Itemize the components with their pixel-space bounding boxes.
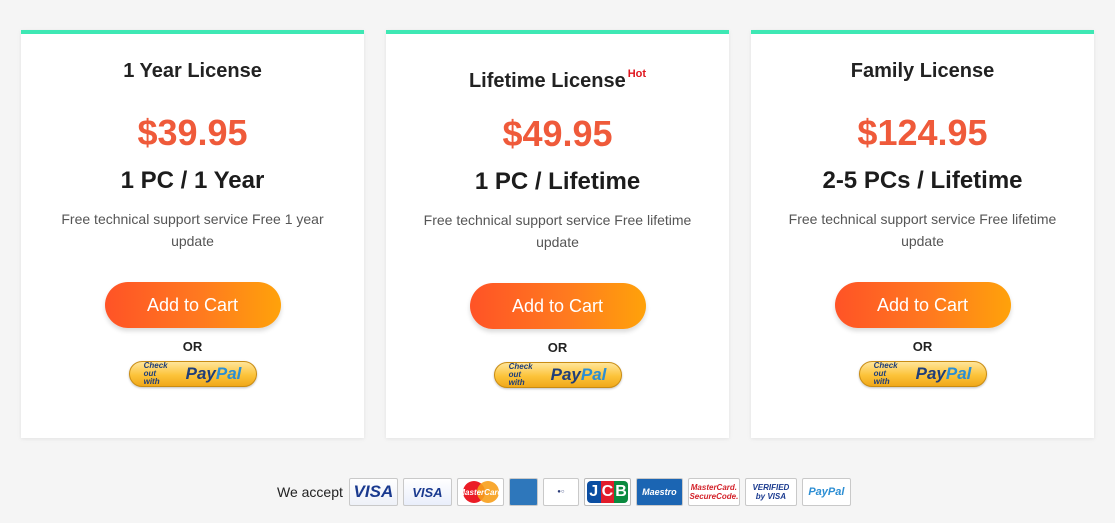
paypal-checkout-button[interactable]: Check out with PayPal bbox=[128, 361, 257, 387]
paypal-logo-icon: PayPal bbox=[916, 365, 972, 383]
paypal-small-line-2: with bbox=[873, 377, 890, 386]
plan-description: Free technical support service Free 1 ye… bbox=[61, 211, 324, 249]
paypal-small-line-1: Check out bbox=[873, 361, 898, 378]
paypal-logo-pay: Pay bbox=[915, 364, 946, 383]
paypal-checkout-button[interactable]: Check out with PayPal bbox=[858, 361, 987, 387]
paypal-logo-pal: Pal bbox=[215, 364, 242, 383]
paypal-small-line-2: with bbox=[143, 377, 160, 386]
plan-subtitle: 1 PC / Lifetime bbox=[474, 168, 641, 195]
paypal-logo-icon: PayPal bbox=[551, 366, 607, 384]
paypal-checkout-text: Check out with bbox=[874, 362, 912, 386]
paypal-checkout-text: Check out with bbox=[509, 363, 547, 387]
we-accept-label: We accept bbox=[277, 484, 343, 500]
paypal-text: PayPal bbox=[808, 486, 845, 498]
american-express-logo-icon bbox=[508, 478, 538, 506]
mastercard-securecode-logo-icon: MasterCard. SecureCode. bbox=[687, 478, 740, 506]
paypal-logo-pay: Pay bbox=[550, 365, 581, 384]
add-to-cart-button[interactable]: Add to Cart bbox=[469, 283, 646, 329]
paypal-small-line-1: Check out bbox=[508, 362, 533, 379]
visa-electron-text: VISA bbox=[412, 484, 443, 500]
paypal-logo-icon: PayPal bbox=[801, 478, 851, 506]
pricing-card-family: Family License $124.95 2-5 PCs / Lifetim… bbox=[751, 30, 1094, 438]
plan-price: $49.95 bbox=[502, 113, 613, 154]
pricing-card-lifetime: Lifetime License Hot $49.95 1 PC / Lifeti… bbox=[386, 30, 729, 438]
paypal-logo-pal: Pal bbox=[580, 365, 607, 384]
paypal-checkout-text: Check out with bbox=[144, 362, 182, 386]
visa-text: VISA bbox=[353, 482, 394, 501]
paypal-logo-icon: PayPal bbox=[186, 365, 242, 383]
plan-description: Free technical support service Free life… bbox=[423, 212, 692, 250]
plan-title: Lifetime License Hot bbox=[386, 61, 729, 92]
paypal-small-line-1: Check out bbox=[143, 361, 168, 378]
plan-title: Family License bbox=[751, 58, 1094, 84]
paypal-checkout-button[interactable]: Check out with PayPal bbox=[493, 362, 622, 388]
or-separator: OR bbox=[182, 339, 203, 354]
jcb-logo-icon: JCB bbox=[583, 478, 631, 506]
plan-title-text: 1 Year License bbox=[123, 60, 262, 82]
plan-subtitle: 1 PC / 1 Year bbox=[120, 167, 265, 194]
plan-title: 1 Year License bbox=[21, 58, 364, 84]
plan-price: $124.95 bbox=[857, 112, 988, 153]
visa-electron-logo-icon: VISA bbox=[402, 478, 452, 506]
paypal-logo-pay: Pay bbox=[185, 364, 216, 383]
diners-club-logo-icon: ●○ bbox=[542, 478, 579, 506]
or-separator: OR bbox=[547, 340, 568, 355]
plan-title-text: Lifetime License bbox=[468, 70, 626, 92]
hot-badge: Hot bbox=[627, 68, 647, 80]
paypal-logo-pal: Pal bbox=[945, 364, 972, 383]
paypal-small-line-2: with bbox=[508, 378, 525, 387]
accepted-payments: We accept VISA VISA MasterCard ●○ JCB Ma… bbox=[277, 477, 856, 507]
pricing-card-1-year: 1 Year License $39.95 1 PC / 1 Year Free… bbox=[21, 30, 364, 438]
plan-price: $39.95 bbox=[137, 112, 248, 153]
or-separator: OR bbox=[912, 339, 933, 354]
maestro-logo-icon: Maestro bbox=[635, 478, 683, 506]
mastercard-text: MasterCard bbox=[458, 487, 503, 497]
plan-title-text: Family License bbox=[850, 60, 995, 82]
plan-description: Free technical support service Free life… bbox=[788, 211, 1057, 249]
maestro-text: Maestro bbox=[642, 487, 677, 497]
visa-logo-icon: VISA bbox=[348, 478, 398, 506]
mastercard-logo-icon: MasterCard bbox=[456, 478, 504, 506]
add-to-cart-button[interactable]: Add to Cart bbox=[104, 282, 281, 328]
verified-by-visa-logo-icon: VERIFIED by VISA bbox=[744, 478, 797, 506]
add-to-cart-button[interactable]: Add to Cart bbox=[834, 282, 1011, 328]
plan-subtitle: 2-5 PCs / Lifetime bbox=[822, 167, 1023, 194]
